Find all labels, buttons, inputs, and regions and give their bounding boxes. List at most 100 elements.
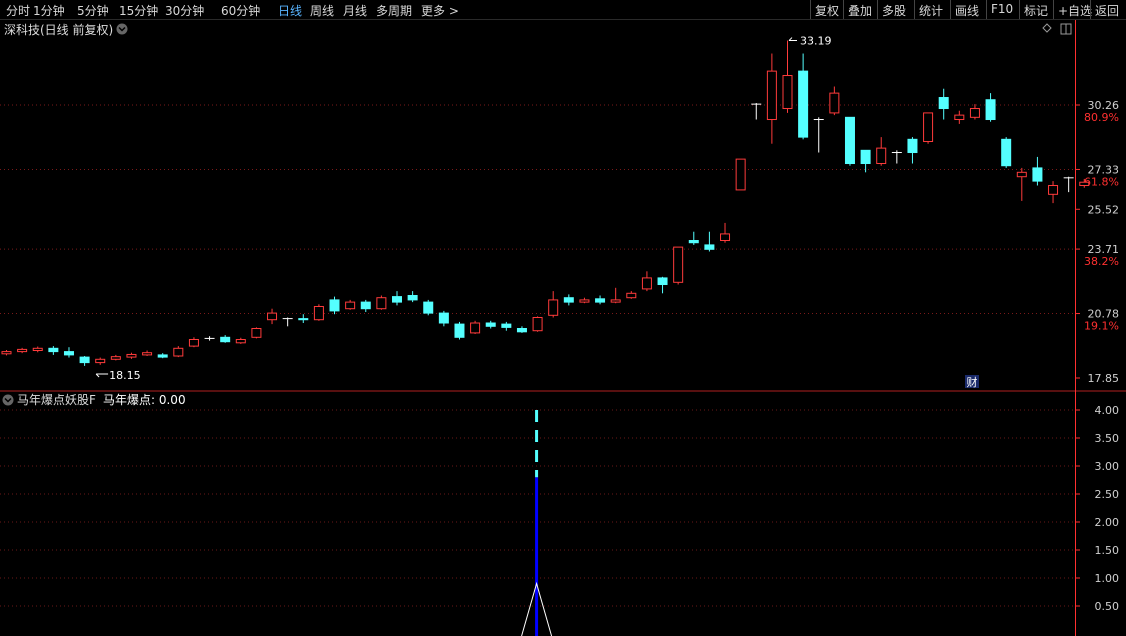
- toolbar-action-4[interactable]: 画线: [955, 2, 979, 19]
- candle-body: [985, 99, 996, 121]
- candle-body: [142, 352, 153, 356]
- candle-body: [188, 339, 199, 347]
- candle-body: [110, 356, 121, 360]
- indicator-tick-label: 1.00: [1095, 572, 1120, 585]
- candle: [1016, 167, 1027, 201]
- candle: [516, 326, 527, 333]
- candle: [360, 299, 371, 313]
- candle-body: [251, 328, 262, 338]
- candle-body: [407, 295, 418, 301]
- candle-body: [423, 301, 434, 314]
- candle-body: [1001, 138, 1012, 167]
- main-chart-title: 深科技(日线 前复权): [4, 22, 113, 37]
- period-tab-9[interactable]: 多周期: [376, 2, 412, 19]
- candle-body: [1016, 171, 1027, 178]
- indicator-tick-label: 3.50: [1095, 432, 1120, 445]
- period-tab-3[interactable]: 15分钟: [119, 2, 158, 19]
- candle-body: [438, 312, 449, 324]
- candle: [48, 346, 59, 355]
- candle: [969, 104, 980, 120]
- candle: [267, 308, 278, 325]
- period-tab-1[interactable]: 1分钟: [33, 2, 65, 19]
- diamond-icon: [1042, 23, 1052, 33]
- toolbar-action-5[interactable]: F10: [991, 2, 1013, 16]
- candle: [438, 310, 449, 327]
- candle-body: [798, 70, 809, 138]
- candle: [329, 296, 340, 315]
- candle: [563, 294, 574, 306]
- candle-body: [1079, 181, 1090, 187]
- indicator-tick-label: 3.00: [1095, 460, 1120, 473]
- candle: [220, 335, 231, 343]
- toolbar-separator: [877, 0, 878, 19]
- candle-body: [860, 149, 871, 165]
- candle-body: [79, 356, 90, 364]
- candle-body: [579, 299, 590, 303]
- candle-body: [392, 296, 402, 303]
- candle: [235, 337, 246, 344]
- toolbar-action-1[interactable]: 叠加: [848, 2, 872, 19]
- percent-label: 19.1%: [1084, 320, 1119, 333]
- toolbar-separator: [1090, 0, 1091, 19]
- period-tab-0[interactable]: 分时: [6, 2, 30, 19]
- candle: [657, 276, 668, 294]
- candle: [720, 222, 731, 243]
- candle: [798, 53, 809, 140]
- candle: [641, 271, 652, 292]
- candle-body: [595, 298, 606, 303]
- candle: [579, 297, 590, 304]
- toolbar-action-7[interactable]: +自选: [1058, 2, 1092, 19]
- indicator-tick-label: 0.50: [1095, 600, 1120, 613]
- candle: [1032, 156, 1043, 186]
- candle-body: [563, 297, 574, 303]
- candle-body: [470, 322, 481, 334]
- toolbar-action-3[interactable]: 统计: [919, 2, 943, 19]
- candle-body: [157, 354, 168, 358]
- candle: [32, 346, 43, 353]
- candle: [142, 350, 153, 357]
- toolbar-action-8[interactable]: 返回: [1095, 2, 1119, 19]
- candle: [829, 86, 840, 116]
- period-tab-2[interactable]: 5分钟: [77, 2, 109, 19]
- candle: [63, 347, 74, 358]
- candle: [938, 88, 949, 120]
- candle-body: [63, 351, 74, 356]
- toolbar-action-0[interactable]: 复权: [815, 2, 839, 19]
- candle: [282, 317, 293, 327]
- percent-label: 38.2%: [1084, 255, 1119, 268]
- candle-body: [610, 299, 621, 303]
- toolbar-action-2[interactable]: 多股: [882, 2, 906, 19]
- indicator-tick-label: 2.50: [1095, 488, 1120, 501]
- candle-body: [704, 244, 715, 250]
- candle-body: [32, 347, 43, 352]
- candle-body: [923, 112, 934, 143]
- candle: [1063, 176, 1074, 193]
- period-tab-4[interactable]: 30分钟: [165, 2, 204, 19]
- period-tab-8[interactable]: 月线: [343, 2, 367, 19]
- candle-body: [48, 347, 59, 353]
- candle: [251, 327, 262, 339]
- toolbar-action-6[interactable]: 标记: [1024, 2, 1048, 19]
- candle: [173, 346, 184, 358]
- candle-body: [1032, 167, 1043, 182]
- candle: [548, 291, 559, 318]
- candle: [610, 287, 621, 304]
- candle-body: [516, 328, 527, 333]
- candle-body: [360, 301, 371, 310]
- period-tab-10[interactable]: 更多 >: [421, 2, 459, 19]
- collapse-icon: [116, 23, 128, 35]
- candle: [923, 112, 934, 144]
- candle: [392, 291, 402, 306]
- period-tab-6[interactable]: 日线: [278, 2, 302, 19]
- percent-label: 80.9%: [1084, 111, 1119, 124]
- period-tab-5[interactable]: 60分钟: [221, 2, 260, 19]
- candle-body: [782, 75, 793, 110]
- candle: [17, 347, 28, 354]
- candle-body: [235, 339, 246, 344]
- indicator-value-label: 马年爆点: 0.00: [103, 393, 186, 407]
- candle: [313, 304, 324, 321]
- period-tab-7[interactable]: 周线: [310, 2, 334, 19]
- candle-body: [876, 147, 887, 165]
- candle: [298, 314, 309, 324]
- toolbar-separator: [986, 0, 987, 19]
